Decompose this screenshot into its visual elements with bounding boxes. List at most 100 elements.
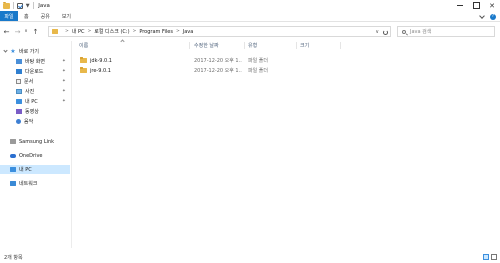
sidebar-item-label: 내 PC [19,167,32,173]
desktop-icon [16,59,22,64]
item-count: 2개 항목 [4,254,23,261]
type-cell: 파일 폴더 [248,68,268,74]
sidebar-item-network[interactable]: 네트워크 [0,179,70,188]
column-header-size[interactable]: 크기 [300,41,340,50]
recent-locations-dropdown[interactable]: ∨ [23,26,29,37]
breadcrumb-separator[interactable]: > [87,29,91,34]
sidebar-item-onedrive[interactable]: OneDrive [0,151,70,160]
column-header-name[interactable]: 이름 [79,41,189,50]
large-icons-view-icon[interactable] [491,254,497,260]
sidebar-item-label: Samsung Link [19,138,55,145]
download-icon [16,69,22,74]
sidebar-item-label: 바탕 화면 [25,59,45,65]
column-header-date-modified[interactable]: 수정한 날짜 [194,41,244,50]
navigation-bar: ← → ∨ ↑ > 내 PC > 로컬 디스크 (C:) > Program F… [0,24,500,39]
sidebar-item-quick-access[interactable]: ★ 바로 가기 [0,47,70,56]
sidebar-item-desktop[interactable]: 바탕 화면 ✦ [0,57,70,66]
address-bar-controls: ∨ [375,27,388,37]
column-divider[interactable] [244,42,245,49]
breadcrumb-separator[interactable]: > [176,29,180,34]
sidebar-item-label: 내 PC [25,99,38,105]
breadcrumb-my-pc[interactable]: 내 PC [72,28,85,35]
breadcrumb-separator[interactable]: > [65,29,69,34]
search-placeholder: Java 검색 [410,29,432,35]
navigation-pane: ★ 바로 가기 바탕 화면 ✦ 다운로드 ✦ 문서 ✦ 사진 ✦ 내 PC ✦ … [0,41,72,248]
sidebar-item-label: 음악 [24,119,34,125]
divider [32,2,34,9]
customize-toolbar-dropdown[interactable]: ▼ [26,3,30,9]
window-title: Java [38,2,50,9]
sidebar-item-label: 다운로드 [25,69,44,75]
pictures-icon [16,89,22,94]
help-icon[interactable]: ? [490,13,496,20]
search-input[interactable]: Java 검색 [397,26,495,37]
folder-icon [80,57,87,63]
refresh-icon[interactable] [383,29,388,35]
tab-share[interactable]: 공유 [35,11,56,21]
tab-file[interactable]: 파일 [0,11,18,21]
address-bar[interactable]: > 내 PC > 로컬 디스크 (C:) > Program Files > J… [48,26,391,37]
pin-icon: ✦ [62,69,66,74]
ribbon-right-controls: ? [479,11,496,22]
details-view-icon[interactable] [483,254,489,260]
column-divider[interactable] [340,42,341,49]
tab-home[interactable]: 홈 [18,11,35,21]
breadcrumb-java[interactable]: Java [183,29,194,35]
folder-icon [52,29,58,34]
type-cell: 파일 폴더 [248,58,268,64]
sidebar-item-my-pc[interactable]: 내 PC [0,165,70,174]
breadcrumb-local-disk[interactable]: 로컬 디스크 (C:) [94,28,129,35]
title-bar: ▼ Java ✕ [0,0,500,11]
sidebar-item-downloads[interactable]: 다운로드 ✦ [0,67,70,76]
up-button[interactable]: ↑ [31,26,40,37]
close-button[interactable]: ✕ [484,0,500,11]
sidebar-item-label: OneDrive [19,152,43,159]
chevron-down-icon[interactable] [3,48,8,53]
pin-icon: ✦ [62,89,66,94]
maximize-button[interactable] [468,0,484,11]
sidebar-item-music[interactable]: 음악 [0,117,70,126]
sidebar-item-samsung-link[interactable]: Samsung Link [0,137,70,146]
forward-button[interactable]: → [13,26,22,37]
file-name-cell[interactable]: jre-9.0.1 [80,66,188,75]
folder-icon [3,1,10,9]
sidebar-item-label: 문서 [24,79,34,85]
sidebar-item-pictures[interactable]: 사진 ✦ [0,87,70,96]
file-name-cell[interactable]: jdk-9.0.1 [80,56,188,65]
sidebar-item-my-pc-shortcut[interactable]: 내 PC ✦ [0,97,70,106]
status-bar: 2개 항목 [0,251,500,263]
video-icon [16,109,22,114]
divider [13,2,14,9]
breadcrumb-program-files[interactable]: Program Files [139,29,173,35]
sidebar-item-label: 네트워크 [19,181,38,187]
column-divider[interactable] [189,42,190,49]
sidebar-item-videos[interactable]: 동영상 [0,107,70,116]
table-row[interactable]: jdk-9.0.1 2017-12-20 오후 1... 파일 폴더 [73,56,303,65]
tab-view[interactable]: 보기 [56,11,77,21]
search-icon [402,30,406,34]
breadcrumb-separator[interactable]: > [133,29,137,34]
column-divider[interactable] [296,42,297,49]
table-row[interactable]: jre-9.0.1 2017-12-20 오후 1... 파일 폴더 [73,66,303,75]
address-dropdown-icon[interactable]: ∨ [375,29,379,35]
view-toggle [483,254,497,260]
properties-icon[interactable] [16,2,23,9]
pc-icon [16,99,22,104]
pc-icon [10,167,16,172]
star-icon: ★ [10,48,16,55]
onedrive-icon [10,153,16,158]
column-header-type[interactable]: 유형 [248,41,296,50]
pin-icon: ✦ [62,79,66,84]
folder-icon [80,67,87,73]
size-cell [300,66,338,75]
file-name: jdk-9.0.1 [90,57,112,64]
sidebar-item-label: 사진 [25,89,35,95]
expand-ribbon-icon[interactable] [479,12,485,19]
ribbon-tabs: 파일 홈 공유 보기 ? [0,11,500,22]
back-button[interactable]: ← [2,26,11,37]
pin-icon: ✦ [62,99,66,104]
file-name: jre-9.0.1 [90,67,111,74]
window-controls: ✕ [452,0,500,11]
sidebar-item-documents[interactable]: 문서 ✦ [0,77,70,86]
minimize-button[interactable] [452,0,468,11]
